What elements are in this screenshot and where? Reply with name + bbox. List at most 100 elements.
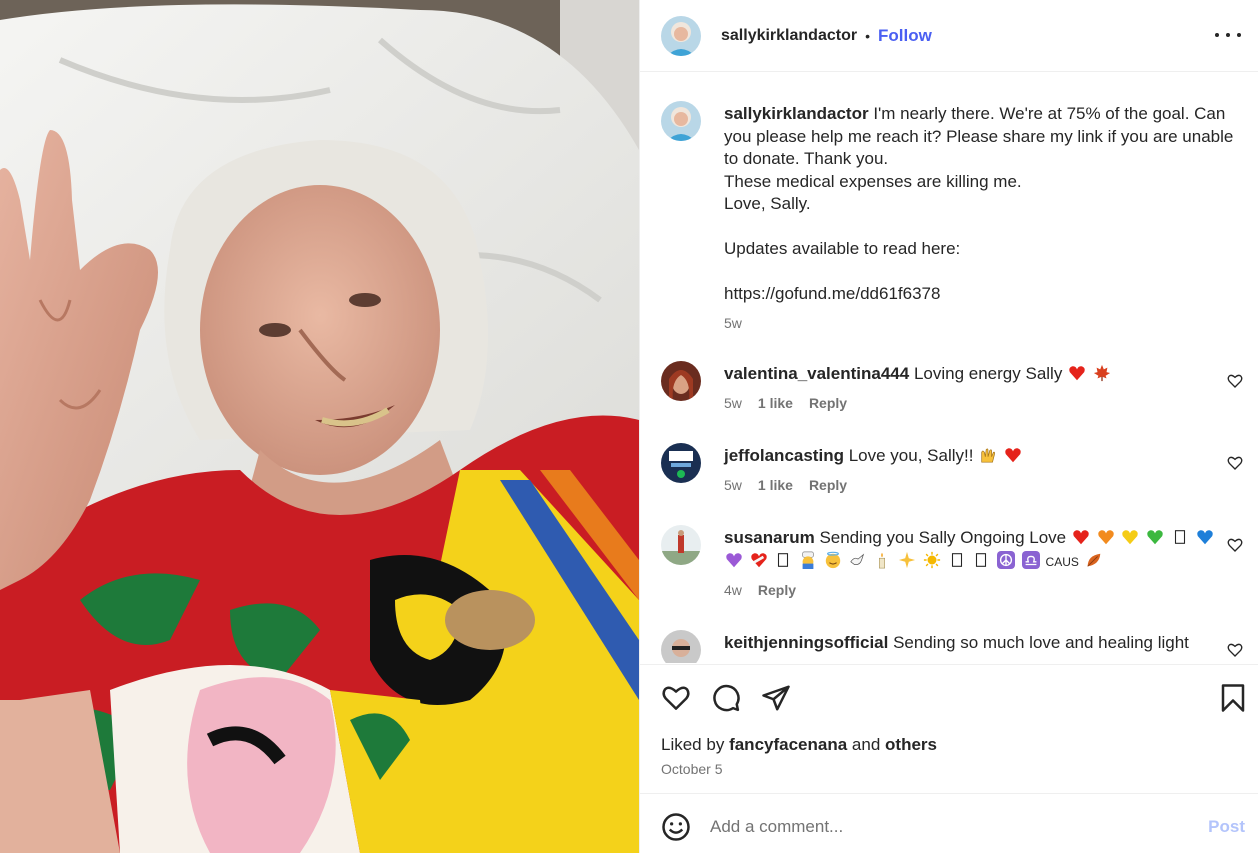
comment-username[interactable]: valentina_valentina444 xyxy=(724,364,909,383)
liked-by-user[interactable]: fancyfacenana xyxy=(729,735,847,754)
caption-username[interactable]: sallykirklandactor xyxy=(724,104,869,123)
post-date[interactable]: October 5 xyxy=(661,761,722,777)
comments-list[interactable]: sallykirklandactor I'm nearly there. We'… xyxy=(640,73,1258,663)
commenter-avatar[interactable] xyxy=(661,525,701,565)
author-avatar-image xyxy=(661,15,701,56)
commenter-avatar-image xyxy=(661,630,701,663)
comment-username[interactable]: jeffolancasting xyxy=(724,446,844,465)
photo-woman-waving-in-bed xyxy=(0,0,639,853)
comment-username[interactable]: susanarum xyxy=(724,528,815,547)
cook-icon xyxy=(802,551,814,569)
more-dot xyxy=(1237,33,1241,37)
commenter-avatar-image xyxy=(661,525,701,565)
comment-meta: 5w 1 like Reply xyxy=(724,474,1244,497)
yellow-heart-icon xyxy=(1122,530,1139,545)
commenter-avatar-image xyxy=(661,443,701,483)
raising-hands-icon xyxy=(981,448,996,463)
comment-input[interactable] xyxy=(710,809,1190,845)
commenter-avatar[interactable] xyxy=(661,443,701,483)
dove-icon xyxy=(849,553,864,565)
more-dot xyxy=(1226,33,1230,37)
heart-icon[interactable] xyxy=(661,683,691,713)
caption-line-4: Updates available to read here: xyxy=(724,239,961,258)
missing-glyph-icon xyxy=(976,552,987,567)
reply-button[interactable]: Reply xyxy=(809,392,847,415)
comment-age: 5w xyxy=(724,394,742,411)
smiling-face-with-halo-icon xyxy=(825,551,841,568)
fallen-leaf-icon xyxy=(1087,553,1100,567)
smiley-icon[interactable] xyxy=(661,812,691,842)
comment-body: jeffolancasting Love you, Sally!! 5w 1 l… xyxy=(724,445,1244,496)
caption-body: sallykirklandactor I'm nearly there. We'… xyxy=(724,103,1244,334)
red-heart-icon xyxy=(1005,448,1021,463)
orange-heart-icon xyxy=(1097,530,1114,545)
candle-icon xyxy=(879,552,886,568)
mending-heart-icon xyxy=(751,552,767,567)
like-comment-heart-icon[interactable] xyxy=(1227,537,1243,553)
liked-by-and: and xyxy=(851,735,881,754)
comment-icon[interactable] xyxy=(711,683,741,713)
liked-by-prefix: Liked by xyxy=(661,735,725,754)
post-photo xyxy=(0,0,639,853)
follow-button[interactable]: Follow xyxy=(878,26,932,46)
more-dot xyxy=(1215,33,1219,37)
comment-text: Love you, Sally!! xyxy=(848,446,974,465)
comment-text: Loving energy Sally xyxy=(913,364,1063,383)
caption-avatar-image xyxy=(661,101,701,141)
post-comment-button[interactable]: Post xyxy=(1208,817,1245,837)
like-comment-heart-icon[interactable] xyxy=(1227,373,1243,389)
author-avatar[interactable] xyxy=(661,15,701,56)
post-actions: Liked by fancyfacenana and others Octobe… xyxy=(640,664,1258,794)
comment-body: valentina_valentina444 Loving energy Sal… xyxy=(724,363,1244,414)
comment-composer: Post xyxy=(640,795,1258,853)
red-heart-icon xyxy=(1073,530,1089,545)
blue-heart-icon xyxy=(1196,530,1213,545)
comment-likes[interactable]: 1 like xyxy=(758,474,793,497)
caption-text-block: sallykirklandactor I'm nearly there. We'… xyxy=(724,103,1244,171)
liked-by-others[interactable]: others xyxy=(885,735,937,754)
reply-button[interactable]: Reply xyxy=(809,474,847,497)
missing-glyph-icon xyxy=(1174,530,1185,544)
post-detail-panel: sallykirklandactor • Follow sallykirklan… xyxy=(639,0,1258,853)
maple-leaf-icon xyxy=(1093,364,1110,382)
comment-age: 5w xyxy=(724,476,742,493)
comment-text: Sending you Sally Ongoing Love xyxy=(819,528,1067,547)
author-username[interactable]: sallykirklandactor xyxy=(721,27,857,45)
emoji-tail-text: CAUS xyxy=(1045,554,1079,569)
comment-meta: 4w Reply xyxy=(724,579,1244,602)
comment-meta: 5w 1 like Reply xyxy=(724,392,1244,415)
caption-age: 5w xyxy=(724,314,742,331)
liked-by-summary: Liked by fancyfacenana and others xyxy=(661,735,937,755)
comment-body: susanarum Sending you Sally Ongoing Love xyxy=(724,527,1244,602)
peace-symbol-icon xyxy=(997,550,1016,569)
commenter-avatar-image xyxy=(661,361,701,401)
caption-link[interactable]: https://gofund.me/dd61f6378 xyxy=(724,283,1244,306)
purple-heart-icon xyxy=(726,552,742,567)
comment-text: Sending so much love and healing light xyxy=(893,633,1189,652)
caption-avatar[interactable] xyxy=(661,101,701,141)
commenter-avatar[interactable] xyxy=(661,630,701,663)
bookmark-icon[interactable] xyxy=(1218,683,1248,713)
reply-button[interactable]: Reply xyxy=(758,579,796,602)
comment-emoji-line: CAUS xyxy=(724,550,1244,574)
caption-meta: 5w xyxy=(724,312,1244,335)
comment-likes[interactable]: 1 like xyxy=(758,392,793,415)
post-header: sallykirklandactor • Follow xyxy=(640,0,1258,72)
share-icon[interactable] xyxy=(761,683,791,713)
green-heart-icon xyxy=(1147,530,1163,545)
missing-glyph-icon xyxy=(778,552,789,567)
like-comment-heart-icon[interactable] xyxy=(1227,642,1243,658)
header-separator: • xyxy=(865,27,870,44)
like-comment-heart-icon[interactable] xyxy=(1227,455,1243,471)
red-heart-icon xyxy=(1069,366,1085,381)
comment-username[interactable]: keithjenningsofficial xyxy=(724,633,888,652)
libra-sign-icon xyxy=(1021,550,1040,569)
caption-line-3: Love, Sally. xyxy=(724,194,811,213)
caption-line-2: These medical expenses are killing me. xyxy=(724,171,1022,191)
more-options-icon[interactable] xyxy=(1215,22,1241,48)
commenter-avatar[interactable] xyxy=(661,361,701,401)
comment-age: 4w xyxy=(724,582,742,598)
missing-glyph-icon xyxy=(951,552,962,567)
